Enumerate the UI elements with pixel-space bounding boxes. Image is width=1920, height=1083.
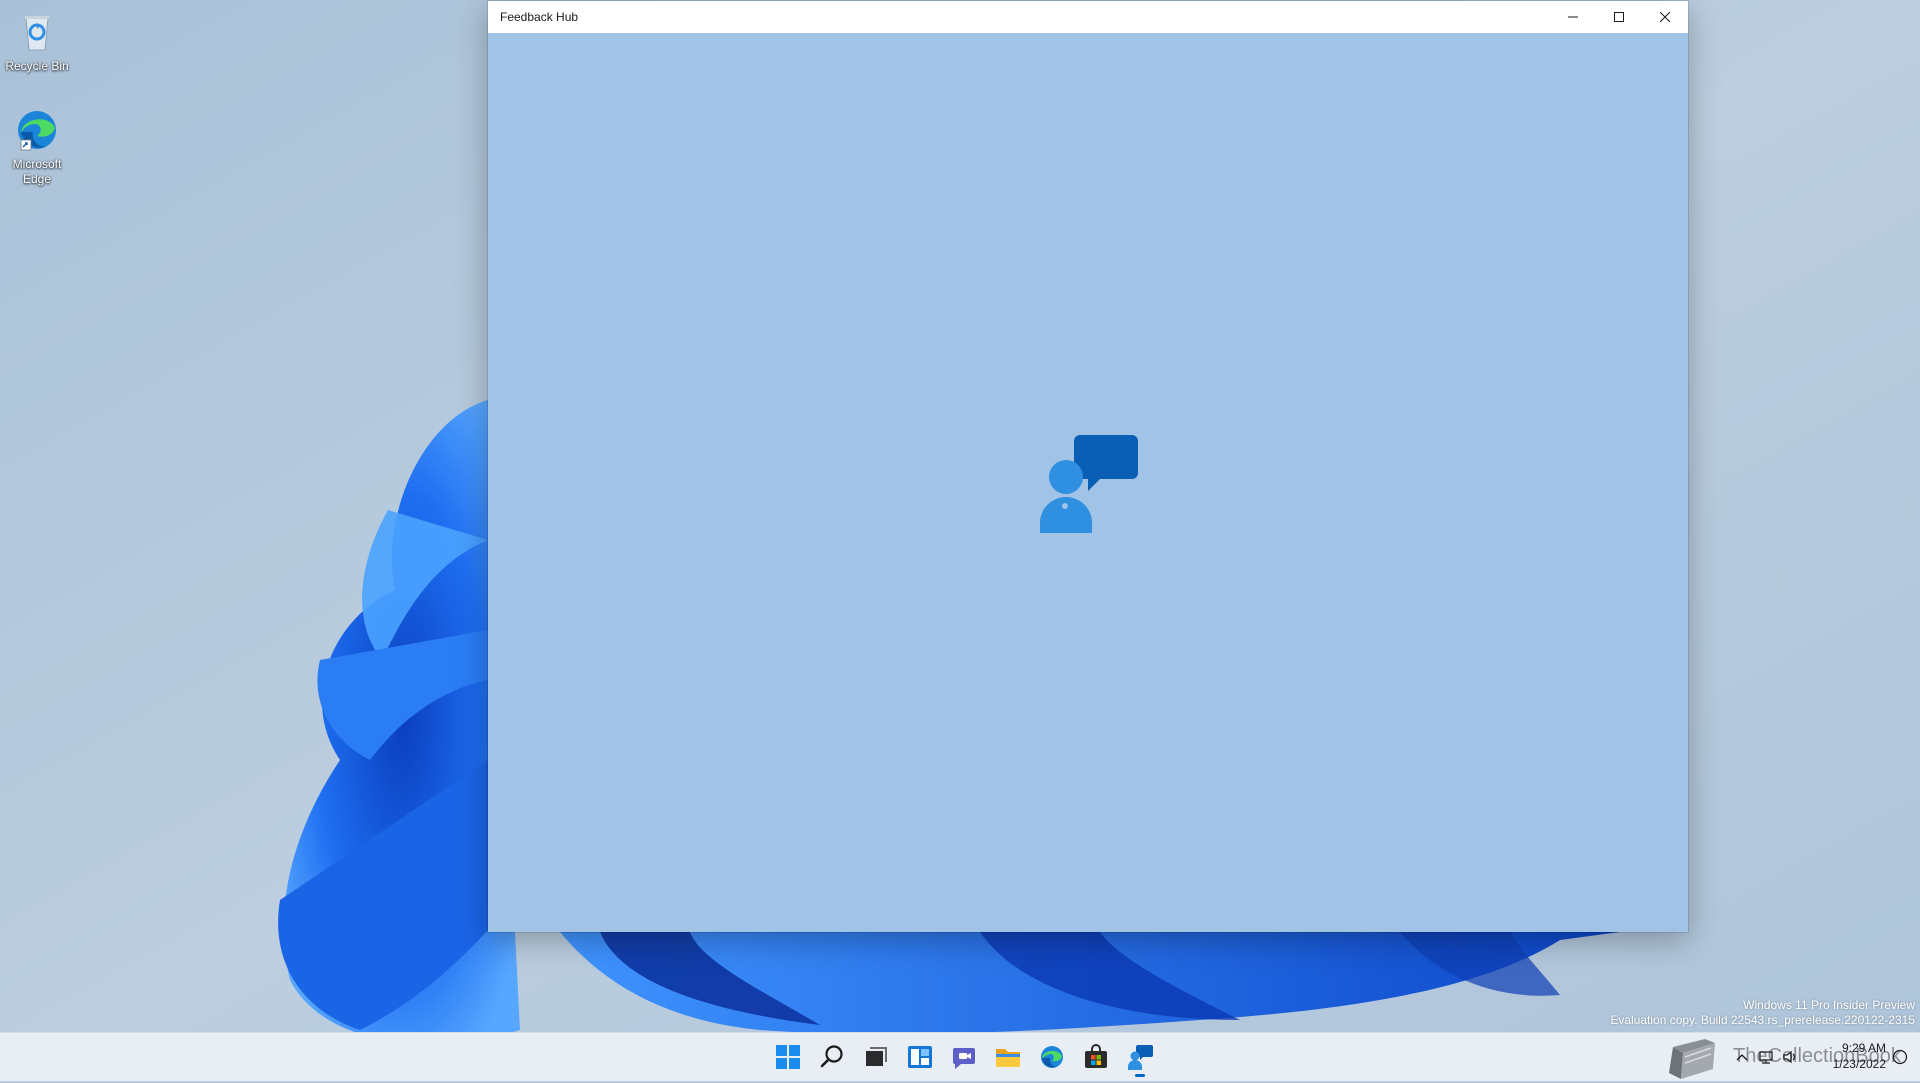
taskbar-store-button[interactable] [1074,1033,1118,1081]
edge-icon [1041,1046,1063,1068]
taskbar-apps [766,1033,1162,1081]
taskbar-start-button[interactable] [766,1033,810,1081]
window-titlebar[interactable]: Feedback Hub [488,1,1688,33]
task-view-icon [866,1047,887,1066]
taskbar-widgets-button[interactable] [898,1033,942,1081]
widgets-icon [908,1046,932,1068]
feedback-hub-icon [1040,435,1138,533]
network-icon [1759,1051,1773,1064]
windows-start-icon [776,1045,800,1069]
book-icon [1669,1039,1715,1079]
feedback-hub-window[interactable]: Feedback Hub [488,1,1688,932]
notification-icon[interactable] [1890,1047,1910,1067]
minimize-button[interactable] [1550,1,1596,33]
taskbar-file-explorer-button[interactable] [986,1033,1030,1081]
edge-icon [18,111,56,151]
watermark-line-1: Windows 11 Pro Insider Preview [1743,998,1915,1012]
window-title: Feedback Hub [500,10,579,24]
desktop-icon-label: Recycle Bin [5,59,69,73]
feedback-hub-icon [1128,1045,1153,1070]
close-button[interactable] [1642,1,1688,33]
taskbar-search-button[interactable] [810,1033,854,1081]
recycle-bin-icon [25,16,49,51]
taskbar-feedback-hub-button[interactable] [1118,1033,1162,1081]
clock-date: 1/23/2022 [1832,1057,1886,1071]
chevron-up-icon [1736,1054,1748,1061]
search-icon [820,1045,843,1068]
watermark-line-2: Evaluation copy. Build 22543.rs_prerelea… [1610,1013,1915,1027]
desktop-icon-microsoft-edge[interactable]: Microsoft Edge [0,106,74,187]
maximize-button[interactable] [1596,1,1642,33]
chat-icon [953,1048,975,1069]
desktop-icon-recycle-bin[interactable]: Recycle Bin [0,8,74,74]
tray-network-button[interactable] [1754,1047,1778,1067]
taskbar-clock[interactable]: 9:29 AM 1/23/2022 [1816,1040,1886,1072]
taskbar-edge-button[interactable] [1030,1033,1074,1081]
volume-icon [1783,1050,1795,1064]
tray-chevron-button[interactable] [1730,1047,1754,1067]
tray-volume-button[interactable] [1778,1047,1802,1067]
taskbar-task-view-button[interactable] [854,1033,898,1081]
taskbar-chat-button[interactable] [942,1033,986,1081]
store-icon [1085,1044,1107,1068]
close-icon [1660,12,1670,22]
tray-system-icons [1730,1047,1802,1067]
minimize-icon [1568,16,1578,18]
windows-watermark: Windows 11 Pro Insider Preview Evaluatio… [1610,998,1915,1028]
maximize-icon [1614,12,1624,22]
folder-icon [996,1049,1020,1067]
desktop-icon-label: Microsoft Edge [12,157,62,186]
clock-time: 9:29 AM [1841,1041,1886,1055]
taskbar: TheCollectionBook 9:29 AM 1/23/2022 [0,1032,1920,1081]
